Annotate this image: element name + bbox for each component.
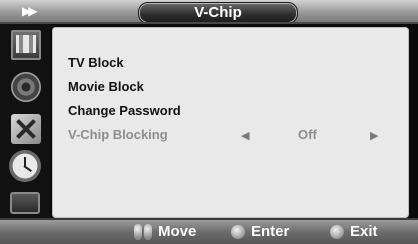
vchip-menu-panel: TV Block Movie Block Change Password V-C… bbox=[52, 27, 409, 218]
sound-icon[interactable] bbox=[11, 72, 41, 102]
bottom-hint-bar: Move Enter Exit bbox=[0, 220, 418, 244]
clock-icon[interactable] bbox=[9, 150, 41, 182]
sidebar bbox=[0, 24, 50, 220]
skip-forward-icon[interactable]: ▶▶ bbox=[22, 2, 62, 20]
enter-icon bbox=[231, 225, 245, 239]
setup-tools-icon[interactable] bbox=[11, 114, 41, 144]
hint-exit: Exit bbox=[350, 223, 378, 240]
right-arrow-icon[interactable]: ▶ bbox=[370, 129, 378, 142]
tv-screen: ▶▶ V-Chip TV Block Movie Block Change Pa… bbox=[0, 0, 418, 244]
left-arrow-icon[interactable]: ◀ bbox=[241, 129, 249, 142]
menu-title: V-Chip bbox=[138, 2, 298, 24]
menu-item-tv-block[interactable]: TV Block bbox=[68, 55, 124, 70]
menu-item-vchip-blocking[interactable]: V-Chip Blocking bbox=[68, 127, 168, 142]
hint-enter: Enter bbox=[251, 223, 290, 240]
tv-picture-icon[interactable] bbox=[11, 30, 41, 60]
hint-move: Move bbox=[158, 223, 197, 240]
exit-icon bbox=[330, 225, 344, 239]
top-bar: ▶▶ V-Chip bbox=[0, 0, 418, 24]
up-down-icon bbox=[134, 224, 152, 240]
top-divider bbox=[0, 22, 418, 24]
menu-item-movie-block[interactable]: Movie Block bbox=[68, 79, 144, 94]
menu-item-change-password[interactable]: Change Password bbox=[68, 103, 181, 118]
vchip-blocking-value: Off bbox=[298, 127, 317, 142]
input-icon[interactable] bbox=[10, 192, 40, 214]
